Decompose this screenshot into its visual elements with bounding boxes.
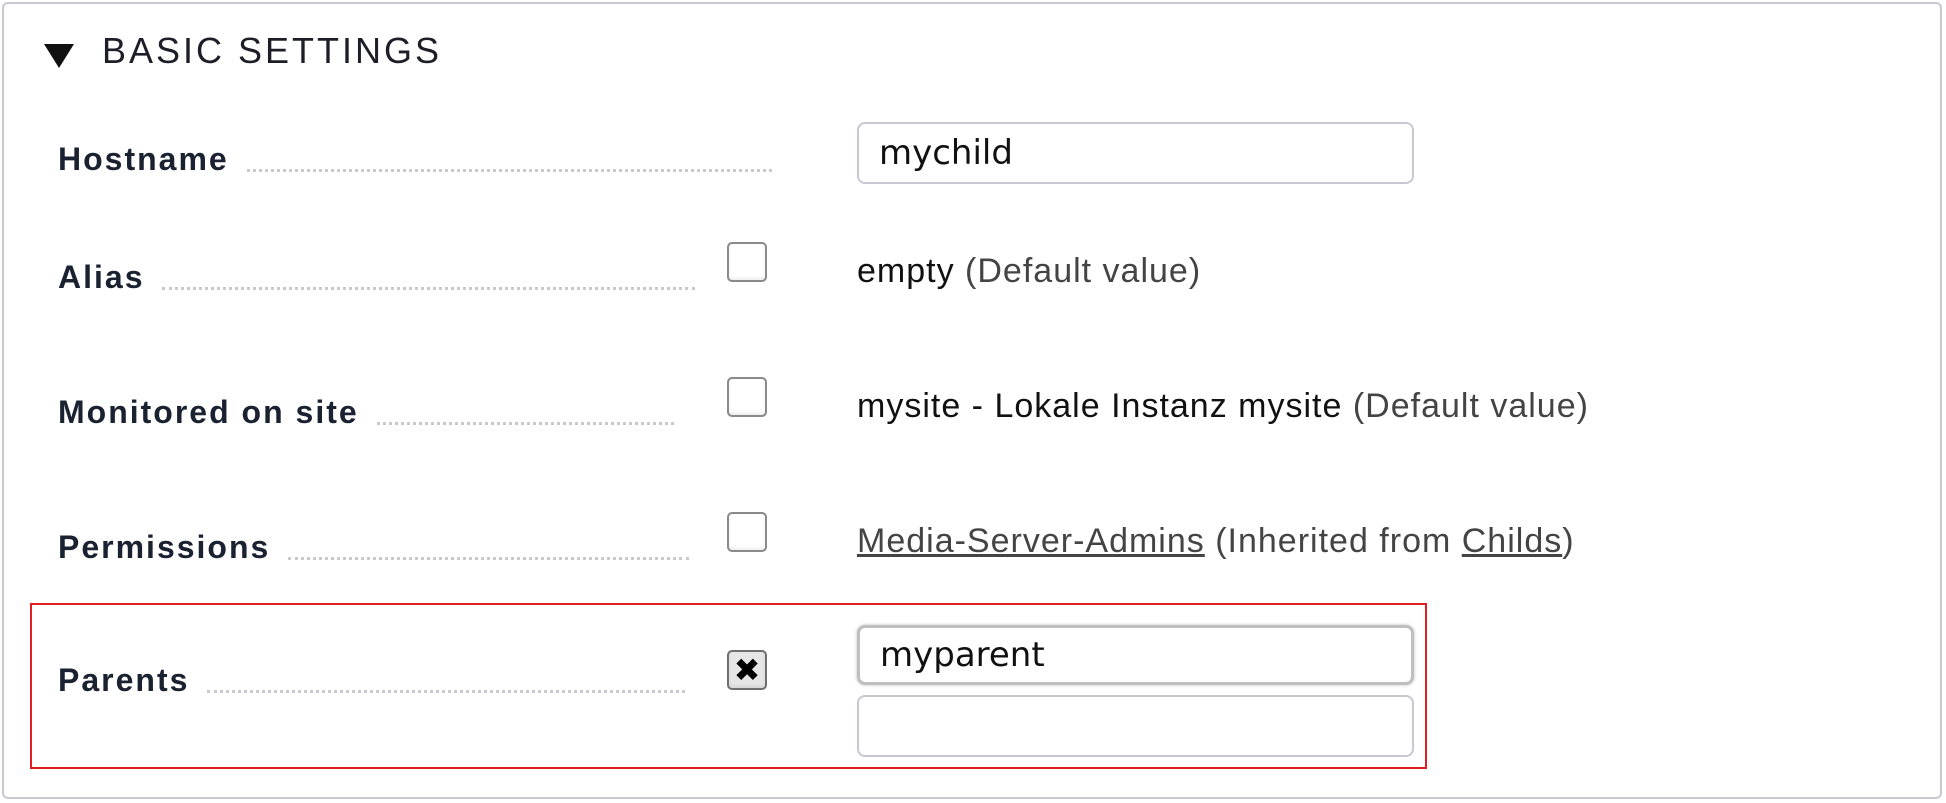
hostname-input[interactable] xyxy=(857,122,1414,184)
monitored-on-site-value-text: mysite - Lokale Instanz mysite xyxy=(857,387,1343,425)
parents-override-checkbox[interactable]: ✖ xyxy=(727,650,767,690)
dotted-leader xyxy=(288,557,690,560)
dotted-leader xyxy=(207,690,686,693)
dotted-leader xyxy=(376,422,674,425)
permissions-override-checkbox[interactable] xyxy=(727,512,767,552)
permissions-label-wrap: Permissions xyxy=(58,522,690,566)
parent-input-1[interactable] xyxy=(857,625,1414,685)
parents-label: Parents xyxy=(58,662,190,698)
parents-label-wrap: Parents xyxy=(58,655,686,699)
monitored-on-site-label: Monitored on site xyxy=(58,394,359,430)
hostname-label: Hostname xyxy=(58,141,229,177)
alias-value: empty (Default value) xyxy=(857,252,1201,291)
permissions-group-link[interactable]: Media-Server-Admins xyxy=(857,522,1205,560)
section-header[interactable]: BASIC SETTINGS xyxy=(44,24,442,78)
monitored-on-site-label-wrap: Monitored on site xyxy=(58,387,674,431)
basic-settings-panel: BASIC SETTINGS Hostname Alias empty (Def… xyxy=(2,2,1942,799)
permissions-note-prefix: (Inherited from xyxy=(1215,522,1462,560)
monitored-on-site-override-checkbox[interactable] xyxy=(727,377,767,417)
permissions-note-suffix: ) xyxy=(1562,522,1575,560)
permissions-folder-link[interactable]: Childs xyxy=(1462,522,1562,560)
alias-override-checkbox[interactable] xyxy=(727,242,767,282)
permissions-label: Permissions xyxy=(58,529,271,565)
monitored-on-site-default-note: (Default value) xyxy=(1352,387,1589,425)
triangle-down-icon[interactable] xyxy=(44,44,74,68)
dotted-leader xyxy=(162,287,696,290)
permissions-value: Media-Server-Admins (Inherited from Chil… xyxy=(857,522,1575,561)
parent-input-2[interactable] xyxy=(857,695,1414,757)
alias-label: Alias xyxy=(58,259,145,295)
permissions-inherited-note: (Inherited from Childs) xyxy=(1215,522,1574,560)
section-title: BASIC SETTINGS xyxy=(102,30,443,71)
x-mark-icon: ✖ xyxy=(733,652,761,688)
alias-value-text: empty xyxy=(857,252,955,290)
hostname-label-wrap: Hostname xyxy=(58,134,772,178)
alias-default-note: (Default value) xyxy=(965,252,1202,290)
monitored-on-site-value: mysite - Lokale Instanz mysite (Default … xyxy=(857,387,1589,426)
alias-label-wrap: Alias xyxy=(58,252,696,296)
dotted-leader xyxy=(246,169,772,172)
